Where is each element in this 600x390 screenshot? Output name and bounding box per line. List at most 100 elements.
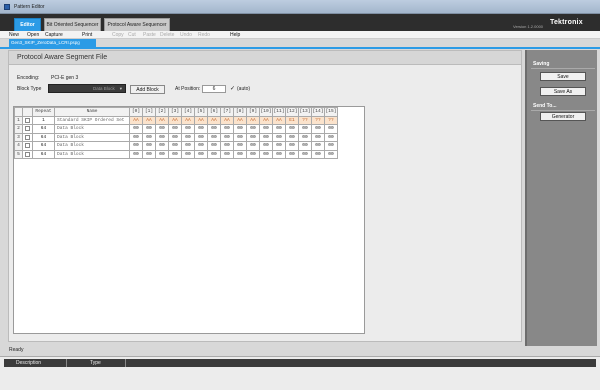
menu-help[interactable]: Help: [230, 32, 240, 38]
byte-cell[interactable]: 00: [246, 141, 260, 151]
menu-capture[interactable]: Capture: [45, 32, 63, 38]
table-row[interactable]: 1 1 Standard SKIP Ordered Set AA AA AA AA AA AA A…: [14, 115, 338, 125]
byte-cell[interactable]: 00: [233, 149, 247, 159]
byte-cell[interactable]: 00: [142, 141, 156, 151]
byte-cell[interactable]: 00: [311, 149, 325, 159]
byte-cell[interactable]: 00: [207, 141, 221, 151]
byte-cell[interactable]: ??: [311, 115, 325, 125]
column-description[interactable]: Description: [16, 360, 41, 366]
byte-cell[interactable]: 00: [311, 141, 325, 151]
byte-cell[interactable]: 00: [324, 132, 338, 142]
byte-cell[interactable]: 00: [285, 149, 299, 159]
column-type[interactable]: Type: [90, 360, 101, 366]
byte-cell[interactable]: 00: [311, 132, 325, 142]
byte-cell[interactable]: 00: [207, 149, 221, 159]
byte-cell[interactable]: 00: [194, 124, 208, 134]
block-name[interactable]: Data Block: [54, 141, 130, 151]
menu-undo[interactable]: Undo: [180, 32, 192, 38]
byte-cell[interactable]: 00: [246, 149, 260, 159]
save-button[interactable]: Save: [540, 72, 586, 81]
byte-cell[interactable]: AA: [233, 115, 247, 125]
menu-print[interactable]: Print: [82, 32, 92, 38]
checkbox[interactable]: [25, 117, 30, 123]
repeat-stepper[interactable]: 64: [32, 141, 55, 151]
row-checkbox[interactable]: [22, 124, 33, 134]
byte-cell[interactable]: 00: [168, 149, 182, 159]
byte-cell[interactable]: 00: [168, 124, 182, 134]
byte-cell[interactable]: 00: [272, 149, 286, 159]
byte-cell[interactable]: 00: [272, 124, 286, 134]
byte-cell[interactable]: 00: [285, 132, 299, 142]
byte-cell[interactable]: 00: [259, 149, 273, 159]
byte-cell[interactable]: 00: [155, 141, 169, 151]
save-as-button[interactable]: Save As: [540, 87, 586, 96]
byte-cell[interactable]: 00: [155, 149, 169, 159]
byte-cell[interactable]: 00: [168, 132, 182, 142]
byte-cell[interactable]: 00: [181, 124, 195, 134]
byte-cell[interactable]: 00: [168, 141, 182, 151]
byte-cell[interactable]: 00: [272, 132, 286, 142]
checkbox[interactable]: [25, 143, 30, 149]
menu-paste[interactable]: Paste: [143, 32, 156, 38]
add-block-button[interactable]: Add Block: [130, 85, 165, 94]
byte-cell[interactable]: 00: [220, 141, 234, 151]
file-tab[interactable]: Gen3_SKIP_ZeroData_LCRI.pspg: [9, 39, 96, 47]
byte-cell[interactable]: 00: [285, 141, 299, 151]
tab-bit-oriented-sequencer[interactable]: Bit Oriented Sequencer: [44, 18, 101, 31]
position-input[interactable]: 6: [202, 85, 226, 93]
block-name[interactable]: Data Block: [54, 132, 130, 142]
byte-cell[interactable]: 00: [298, 124, 312, 134]
byte-cell[interactable]: 00: [298, 132, 312, 142]
byte-cell[interactable]: E1: [285, 115, 299, 125]
table-row[interactable]: 2 64 Data Block 00 00 00 00 00 00 00 00 00 00 00 00 00 0…: [14, 124, 338, 134]
byte-cell[interactable]: 00: [142, 124, 156, 134]
byte-cell[interactable]: 00: [181, 141, 195, 151]
auto-check-icon[interactable]: ✓: [230, 85, 235, 92]
row-checkbox[interactable]: [22, 132, 33, 142]
byte-cell[interactable]: 00: [181, 132, 195, 142]
byte-cell[interactable]: 00: [272, 141, 286, 151]
byte-cell[interactable]: 00: [181, 149, 195, 159]
block-name[interactable]: Data Block: [54, 149, 130, 159]
repeat-stepper[interactable]: 64: [32, 149, 55, 159]
byte-cell[interactable]: 00: [142, 149, 156, 159]
byte-cell[interactable]: 00: [324, 149, 338, 159]
checkbox[interactable]: [25, 126, 30, 132]
byte-cell[interactable]: 00: [194, 141, 208, 151]
byte-cell[interactable]: 00: [233, 124, 247, 134]
byte-cell[interactable]: ??: [298, 115, 312, 125]
byte-cell[interactable]: AA: [155, 115, 169, 125]
byte-cell[interactable]: AA: [220, 115, 234, 125]
checkbox[interactable]: [25, 134, 30, 140]
checkbox[interactable]: [25, 151, 30, 157]
byte-cell[interactable]: 00: [220, 124, 234, 134]
table-row[interactable]: 3 64 Data Block 00 00 00 00 00 00 00 00 00 00 00 00 00 0…: [14, 132, 338, 142]
menu-delete[interactable]: Delete: [160, 32, 174, 38]
byte-cell[interactable]: 00: [285, 124, 299, 134]
byte-cell[interactable]: 00: [194, 132, 208, 142]
byte-cell[interactable]: 00: [207, 124, 221, 134]
byte-cell[interactable]: 00: [220, 149, 234, 159]
byte-cell[interactable]: 00: [324, 124, 338, 134]
byte-cell[interactable]: 00: [246, 132, 260, 142]
block-name[interactable]: Standard SKIP Ordered Set: [54, 115, 130, 125]
byte-cell[interactable]: AA: [246, 115, 260, 125]
byte-cell[interactable]: 00: [311, 124, 325, 134]
byte-cell[interactable]: 00: [233, 132, 247, 142]
byte-cell[interactable]: AA: [168, 115, 182, 125]
byte-cell[interactable]: 00: [233, 141, 247, 151]
byte-cell[interactable]: 00: [220, 132, 234, 142]
menu-redo[interactable]: Redo: [198, 32, 210, 38]
byte-cell[interactable]: 00: [259, 124, 273, 134]
byte-cell[interactable]: AA: [181, 115, 195, 125]
byte-cell[interactable]: 00: [155, 132, 169, 142]
byte-cell[interactable]: AA: [259, 115, 273, 125]
block-type-dropdown[interactable]: Data Block ▾: [48, 84, 126, 93]
byte-cell[interactable]: 00: [194, 149, 208, 159]
byte-cell[interactable]: AA: [194, 115, 208, 125]
byte-cell[interactable]: 00: [298, 141, 312, 151]
repeat-stepper[interactable]: 64: [32, 124, 55, 134]
byte-cell[interactable]: AA: [272, 115, 286, 125]
byte-cell[interactable]: 00: [259, 132, 273, 142]
byte-cell[interactable]: 00: [129, 124, 143, 134]
